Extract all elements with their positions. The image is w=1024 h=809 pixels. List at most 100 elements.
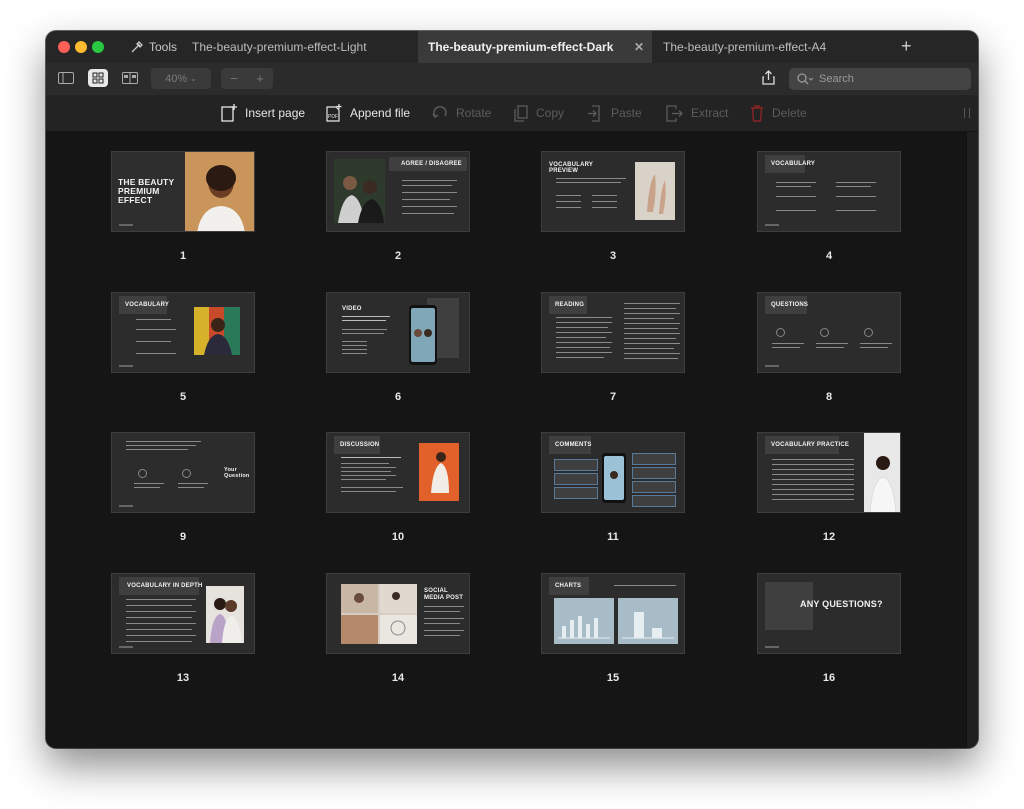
page-number: 16 (822, 672, 836, 684)
trash-icon (751, 104, 763, 122)
toolbar-grip[interactable] (964, 108, 970, 118)
slide-title: AGREE / DISAGREE (401, 161, 462, 167)
tab-dark[interactable]: The-beauty-premium-effect-Dark ✕ (418, 31, 652, 63)
svg-text:PDF: PDF (328, 114, 338, 120)
page-thumbnail-4[interactable]: VOCABULARY (757, 151, 901, 232)
phone-mockup (409, 305, 437, 365)
tab-a4[interactable]: The-beauty-premium-effect-A4 (653, 31, 887, 63)
copy-button[interactable]: Copy (514, 95, 564, 131)
page-thumbnail-9[interactable]: Your Question (111, 432, 255, 513)
page-thumbnail-12[interactable]: VOCABULARY PRACTICE (757, 432, 901, 513)
photo-two-women (206, 586, 244, 643)
slide-title: THE BEAUTY PREMIUM EFFECT (118, 177, 175, 205)
page-thumbnail-3[interactable]: VOCABULARY PREVIEW (541, 151, 685, 232)
page-thumbnail-7[interactable]: READING (541, 292, 685, 373)
two-page-view-button[interactable] (120, 69, 140, 87)
mini-bar-chart-left (554, 598, 614, 644)
page-thumbnail-5[interactable]: VOCABULARY (111, 292, 255, 373)
slide-title: ANY QUESTIONS? (800, 599, 883, 609)
insert-page-icon (221, 104, 237, 122)
photo-woman-white (864, 433, 900, 512)
page-number: 10 (391, 531, 405, 543)
page-number: 5 (179, 391, 187, 403)
extract-label: Extract (691, 106, 729, 120)
paste-button[interactable]: Paste (587, 95, 642, 131)
tools-icon (131, 40, 143, 52)
grid-icon (92, 72, 104, 84)
slide-title: Your Question (224, 467, 250, 479)
photo-orange (419, 443, 459, 501)
paste-icon (588, 104, 600, 122)
insert-page-button[interactable]: Insert page (221, 95, 305, 131)
close-tab-icon[interactable]: ✕ (634, 40, 644, 54)
page-number: 7 (609, 391, 617, 403)
tab-label: The-beauty-premium-effect-Light (192, 40, 367, 54)
rotate-icon (432, 106, 447, 118)
slide-title: VOCABULARY (125, 302, 170, 308)
page-number: 11 (607, 531, 619, 543)
rotate-button[interactable]: Rotate (432, 95, 491, 131)
page-thumbnail-1[interactable]: THE BEAUTY PREMIUM EFFECT (111, 151, 255, 232)
append-file-button[interactable]: PDF Append file (326, 95, 410, 131)
page-thumbnail-16[interactable]: ANY QUESTIONS? (757, 573, 901, 654)
tab-bar: Tools The-beauty-premium-effect-Light Th… (46, 31, 978, 64)
new-tab-button[interactable]: + (901, 36, 912, 57)
minimize-window-button[interactable] (75, 41, 87, 53)
page-number: 12 (822, 531, 836, 543)
close-window-button[interactable] (58, 41, 70, 53)
slide-title: VOCABULARY IN DEPTH (127, 583, 203, 589)
delete-button[interactable]: Delete (750, 95, 807, 131)
zoom-stepper: − + (221, 68, 273, 89)
share-icon (762, 70, 775, 85)
page-thumbnail-8[interactable]: QUESTIONS (757, 292, 901, 373)
photo-hands (635, 162, 675, 220)
vertical-scrollbar[interactable] (966, 132, 978, 748)
page-number: 8 (825, 391, 833, 403)
zoom-value: 40% (165, 72, 188, 85)
page-thumbnail-14[interactable]: SOCIAL MEDIA POST (326, 573, 470, 654)
page-thumbnail-2[interactable]: AGREE / DISAGREE (326, 151, 470, 232)
slide-title: COMMENTS (555, 442, 592, 448)
share-button[interactable] (762, 70, 775, 90)
phone-mockup (602, 453, 626, 503)
search-icon (797, 73, 813, 85)
photo-couple (334, 159, 385, 223)
search-field[interactable]: Search (789, 68, 971, 90)
page-actions-toolbar: Insert page PDF Append file Rotate Copy … (46, 95, 978, 132)
slide-title: DISCUSSION (340, 442, 380, 448)
view-toolbar: 40% ⌄ − + Search (46, 63, 978, 95)
zoom-select[interactable]: 40% ⌄ (151, 68, 211, 89)
page-thumbnail-10[interactable]: DISCUSSION (326, 432, 470, 513)
extract-button[interactable]: Extract (666, 95, 728, 131)
slide-title: SOCIAL MEDIA POST (424, 588, 464, 601)
tab-light[interactable]: The-beauty-premium-effect-Light (182, 31, 416, 63)
page-thumbnail-6[interactable]: VIDEO (326, 292, 470, 373)
page-thumbnail-15[interactable]: CHARTS (541, 573, 685, 654)
page-number: 2 (394, 250, 402, 262)
slide-title: VIDEO (342, 306, 362, 312)
zoom-in-button[interactable]: + (256, 71, 264, 86)
search-placeholder: Search (819, 73, 854, 85)
extract-icon (666, 104, 683, 122)
paste-label: Paste (611, 106, 642, 120)
slide-title: VOCABULARY PRACTICE (771, 442, 850, 448)
page-thumbnail-11[interactable]: COMMENTS (541, 432, 685, 513)
slide-title: CHARTS (555, 583, 582, 589)
two-page-icon (122, 72, 138, 84)
tab-label: The-beauty-premium-effect-A4 (663, 40, 827, 54)
page-thumbnail-13[interactable]: VOCABULARY IN DEPTH (111, 573, 255, 654)
sidebar-view-button[interactable] (56, 69, 76, 87)
page-number: 9 (179, 531, 187, 543)
copy-icon (514, 104, 528, 122)
photo-collage (341, 584, 417, 644)
slide-title: READING (555, 302, 585, 308)
zoom-out-button[interactable]: − (230, 71, 238, 86)
tools-menu[interactable]: Tools (130, 31, 177, 63)
chevron-down-icon: ⌄ (190, 74, 197, 83)
photo-portrait (185, 152, 254, 231)
page-number: 13 (176, 672, 190, 684)
mini-bar-chart-right (618, 598, 678, 644)
grid-view-button[interactable] (88, 69, 108, 87)
zoom-window-button[interactable] (92, 41, 104, 53)
page-number: 1 (179, 250, 187, 262)
